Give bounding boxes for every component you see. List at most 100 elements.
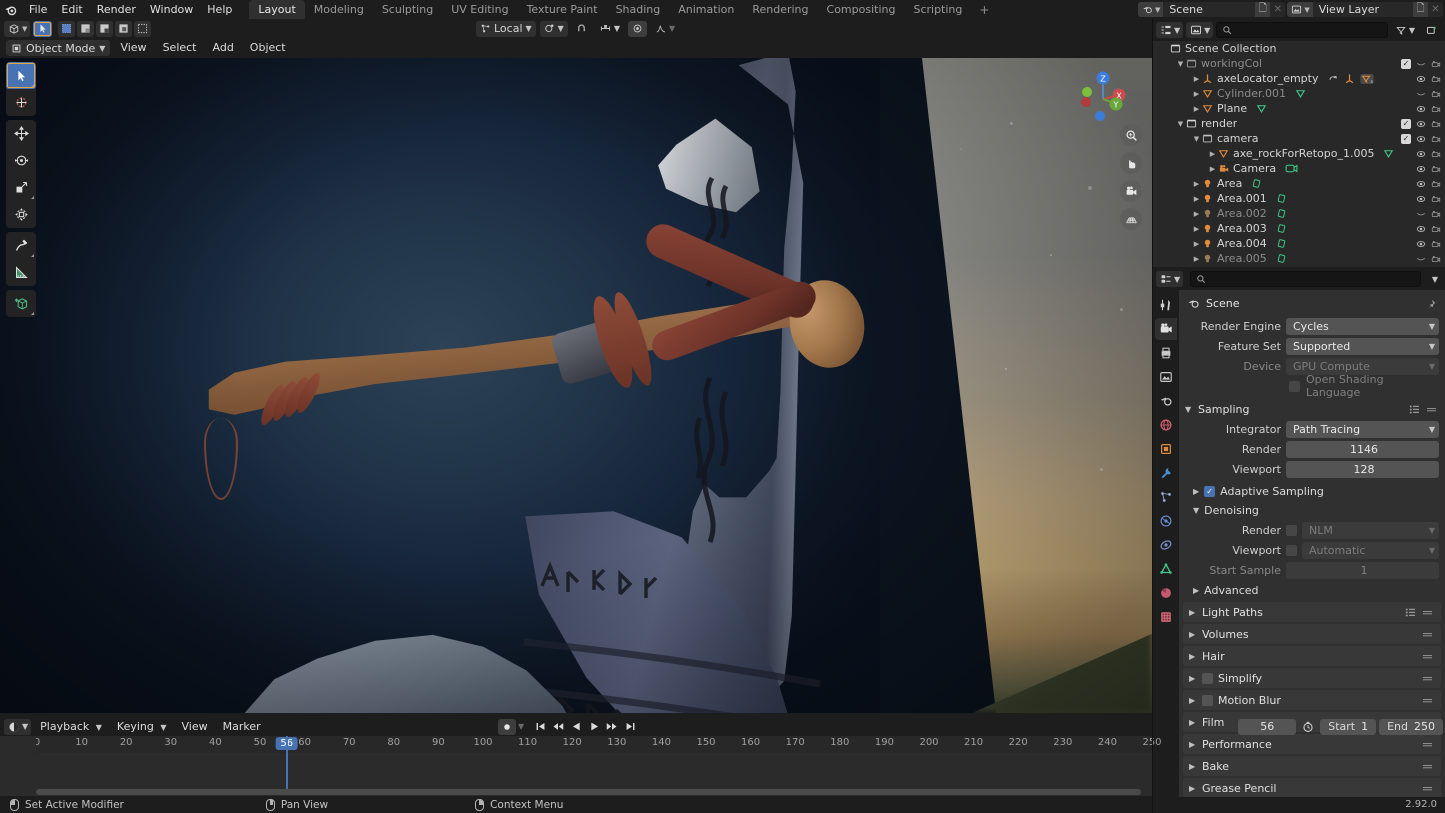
viewport-menu-add[interactable]: Add [207, 40, 240, 56]
collection-enable-checkbox[interactable]: ✓ [1401, 133, 1411, 144]
chevron-right-icon[interactable]: ▶ [1191, 105, 1202, 113]
properties-panel-motion-blur[interactable]: ▶ Motion Blur [1183, 690, 1441, 710]
chevron-right-icon[interactable]: ▶ [1191, 180, 1202, 188]
mesh-triangle-icon[interactable] [1295, 88, 1306, 99]
outliner-row[interactable]: ▶ Area.003 [1153, 221, 1445, 236]
add-workspace-button[interactable]: + [971, 3, 997, 17]
tab-modeling[interactable]: Modeling [305, 0, 373, 19]
mesh-triangle-icon[interactable] [1383, 148, 1394, 159]
collection-enable-checkbox[interactable]: ✓ [1401, 118, 1411, 129]
visibility-eye-icon[interactable] [1416, 59, 1426, 69]
outliner-row[interactable]: ▶ Scene Collection [1153, 41, 1445, 56]
properties-panel-volumes[interactable]: ▶ Volumes [1183, 624, 1441, 644]
menu-file[interactable]: File [22, 1, 54, 18]
start-sample-field[interactable]: 1 [1286, 562, 1439, 579]
cursor-tool[interactable] [6, 89, 36, 116]
tab-layout[interactable]: Layout [249, 0, 305, 19]
play-reverse-button[interactable] [568, 719, 584, 735]
pivot-point-icon[interactable]: ▼ [539, 20, 568, 37]
editor-type-3dview-icon[interactable]: ▼ [4, 20, 31, 37]
outliner-row[interactable]: ▶ axe_rockForRetopo_1.005 [1153, 146, 1445, 161]
tweak-select-icon[interactable] [33, 20, 53, 37]
denoise-viewport-checkbox[interactable] [1286, 545, 1297, 556]
mesh-triangle-icon[interactable] [1256, 103, 1267, 114]
tab-sculpting[interactable]: Sculpting [373, 0, 442, 19]
next-keyframe-button[interactable] [604, 719, 620, 735]
outliner-row[interactable]: ▶ axeLocator_empty s [1153, 71, 1445, 86]
light-data-icon[interactable] [1276, 253, 1287, 264]
3d-viewport[interactable]: Z X Y [0, 58, 1152, 713]
tab-animation[interactable]: Animation [669, 0, 743, 19]
outliner-row[interactable]: ▶ Area.001 [1153, 191, 1445, 206]
viewport-menu-select[interactable]: Select [157, 40, 203, 56]
visibility-eye-icon[interactable] [1416, 194, 1426, 204]
tab-modifiers[interactable] [1155, 462, 1177, 484]
tab-world[interactable] [1155, 414, 1177, 436]
annotate-tool[interactable] [6, 232, 36, 259]
measure-tool[interactable] [6, 259, 36, 286]
render-visibility-camera-icon[interactable] [1431, 209, 1441, 219]
previous-keyframe-button[interactable] [550, 719, 566, 735]
outliner-row[interactable]: ▶ Plane [1153, 101, 1445, 116]
render-visibility-camera-icon[interactable] [1431, 194, 1441, 204]
tab-object-data[interactable] [1155, 558, 1177, 580]
move-tool[interactable] [6, 120, 36, 147]
panel-menu-icons[interactable] [1422, 652, 1433, 661]
view-layer-name[interactable]: View Layer [1312, 2, 1413, 17]
chevron-right-icon[interactable]: ▶ [1191, 255, 1202, 263]
panel-menu-icons[interactable] [1422, 740, 1433, 749]
properties-panel-bake[interactable]: ▶ Bake [1183, 756, 1441, 776]
modifier-icon[interactable]: s [1359, 73, 1374, 85]
advanced-header[interactable]: ▶ Advanced [1179, 581, 1445, 600]
scale-tool[interactable] [6, 174, 36, 201]
camera-icon[interactable] [1120, 180, 1142, 202]
visibility-eye-icon[interactable] [1416, 179, 1426, 189]
render-visibility-camera-icon[interactable] [1431, 89, 1441, 99]
menu-render[interactable]: Render [90, 1, 143, 18]
select-subtract-icon[interactable] [96, 20, 114, 37]
timeline-editor-icon[interactable]: ▼ [4, 718, 32, 735]
timeline-horizontal-scrollbar[interactable] [36, 789, 1141, 795]
hand-icon[interactable] [1120, 152, 1142, 174]
tab-constraints[interactable] [1155, 534, 1177, 556]
proportional-edit-icon[interactable] [627, 20, 647, 37]
tab-material[interactable] [1155, 582, 1177, 604]
select-extend-icon[interactable] [77, 20, 95, 37]
visibility-eye-icon[interactable] [1416, 119, 1426, 129]
panel-menu-icons[interactable] [1422, 696, 1433, 705]
outliner-display-mode-icon[interactable]: ▼ [1156, 22, 1184, 38]
menu-help[interactable]: Help [200, 1, 239, 18]
blender-logo-icon[interactable] [0, 0, 22, 19]
chevron-right-icon[interactable]: ▶ [1191, 240, 1202, 248]
frame-end-field[interactable]: End 250 [1379, 718, 1443, 735]
tab-physics[interactable] [1155, 510, 1177, 532]
tab-rendering[interactable]: Rendering [743, 0, 817, 19]
proportional-falloff-icon[interactable]: ▼ [651, 21, 679, 37]
properties-panel-grease-pencil[interactable]: ▶ Grease Pencil [1183, 778, 1441, 797]
outliner-row[interactable]: ▶ Area.004 [1153, 236, 1445, 251]
render-visibility-camera-icon[interactable] [1431, 119, 1441, 129]
visibility-eye-icon[interactable] [1416, 224, 1426, 234]
tab-scene[interactable] [1155, 390, 1177, 412]
properties-panel-performance[interactable]: ▶ Performance [1183, 734, 1441, 754]
visibility-eye-icon[interactable] [1416, 209, 1426, 219]
jump-to-start-button[interactable] [532, 719, 548, 735]
chevron-right-icon[interactable]: ▶ [1191, 75, 1202, 83]
render-visibility-camera-icon[interactable] [1431, 59, 1441, 69]
denoise-render-dropdown[interactable]: NLM ▼ [1302, 522, 1439, 539]
scene-datablock[interactable]: ▼ Scene 🗋 ✕ [1137, 2, 1286, 17]
osl-checkbox[interactable] [1289, 380, 1300, 392]
outliner-row[interactable]: ▼ workingCol ✓ [1153, 56, 1445, 71]
properties-editor-icon[interactable]: ▼ [1156, 271, 1184, 287]
zoom-icon[interactable] [1120, 124, 1142, 146]
panel-menu-icons[interactable] [1422, 784, 1433, 793]
render-visibility-camera-icon[interactable] [1431, 254, 1441, 264]
panel-menu-icons[interactable] [1409, 405, 1437, 414]
chevron-right-icon[interactable]: ▶ [1191, 90, 1202, 98]
panel-menu-icons[interactable] [1422, 630, 1433, 639]
tab-output[interactable] [1155, 342, 1177, 364]
visibility-eye-icon[interactable] [1416, 254, 1426, 264]
visibility-eye-icon[interactable] [1416, 134, 1426, 144]
visibility-eye-icon[interactable] [1416, 149, 1426, 159]
render-visibility-camera-icon[interactable] [1431, 224, 1441, 234]
